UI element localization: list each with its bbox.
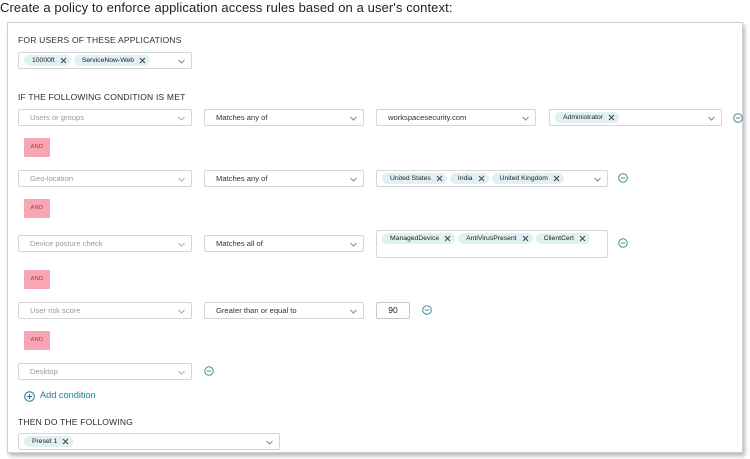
- and-button[interactable]: AND: [24, 199, 50, 218]
- tag: Administrator: [555, 112, 620, 123]
- condition-field-select[interactable]: Desktop: [18, 363, 192, 380]
- chevron-down-icon[interactable]: [593, 175, 602, 184]
- tag: United Kingdom: [491, 173, 564, 184]
- close-icon[interactable]: [62, 438, 69, 445]
- tag: India: [449, 173, 489, 184]
- tag: Preset 1: [24, 436, 74, 447]
- condition-values-select[interactable]: United States India United Kingdom: [376, 170, 608, 187]
- chevron-down-icon[interactable]: [521, 114, 530, 123]
- close-icon[interactable]: [60, 57, 67, 64]
- condition-field-select[interactable]: Geo-location: [18, 170, 192, 187]
- policy-panel: FOR USERS OF THESE APPLICATIONS 10000ft …: [7, 22, 743, 453]
- condition-operator-select[interactable]: Greater than or equal to: [204, 302, 364, 319]
- condition-values-multiselect[interactable]: ManagedDevice AntiVirusPresent ClientCer…: [376, 230, 608, 258]
- condition-field-select[interactable]: Users or groups: [18, 109, 192, 126]
- close-icon[interactable]: [436, 175, 443, 182]
- minus-circle-icon[interactable]: [422, 305, 432, 315]
- close-icon[interactable]: [608, 114, 615, 121]
- apps-section-label: FOR USERS OF THESE APPLICATIONS: [18, 35, 182, 45]
- and-button[interactable]: AND: [24, 270, 50, 289]
- tag: United States: [382, 173, 447, 184]
- minus-circle-icon[interactable]: [733, 113, 743, 123]
- condition-operator-select[interactable]: Matches any of: [204, 109, 364, 126]
- chevron-down-icon[interactable]: [349, 307, 358, 316]
- chevron-down-icon[interactable]: [177, 368, 186, 377]
- chevron-down-icon[interactable]: [177, 240, 186, 249]
- chevron-down-icon[interactable]: [265, 438, 274, 447]
- and-button[interactable]: AND: [24, 331, 50, 350]
- apps-select[interactable]: 10000ft ServiceNow-Web: [18, 52, 192, 69]
- actions-section-label: THEN DO THE FOLLOWING: [18, 417, 134, 427]
- condition-values-select[interactable]: Administrator: [549, 109, 722, 126]
- chevron-down-icon[interactable]: [177, 175, 186, 184]
- tag: 10000ft: [24, 55, 71, 66]
- condition-domain-select[interactable]: workspacesecurity.com: [376, 109, 536, 126]
- and-button[interactable]: AND: [24, 138, 50, 157]
- condition-field-select[interactable]: Device posture check: [18, 235, 192, 252]
- minus-circle-icon[interactable]: [618, 238, 628, 248]
- minus-circle-icon[interactable]: [204, 366, 214, 376]
- chevron-down-icon[interactable]: [177, 307, 186, 316]
- close-icon[interactable]: [139, 57, 146, 64]
- close-icon[interactable]: [478, 175, 485, 182]
- condition-operator-select[interactable]: Matches all of: [204, 235, 364, 252]
- condition-operator-select[interactable]: Matches any of: [204, 170, 364, 187]
- tag: ServiceNow-Web: [73, 55, 151, 66]
- chevron-down-icon[interactable]: [707, 114, 716, 123]
- tag: ManagedDevice: [382, 233, 456, 244]
- plus-circle-icon: [24, 389, 35, 402]
- actions-select[interactable]: Preset 1: [18, 433, 280, 450]
- chevron-down-icon[interactable]: [177, 114, 186, 123]
- close-icon[interactable]: [553, 175, 560, 182]
- conditions-section-label: IF THE FOLLOWING CONDITION IS MET: [18, 92, 186, 102]
- close-icon[interactable]: [444, 235, 451, 242]
- chevron-down-icon[interactable]: [349, 175, 358, 184]
- minus-circle-icon[interactable]: [618, 173, 628, 183]
- tag: ClientCert: [535, 233, 590, 244]
- page-title: Create a policy to enforce application a…: [0, 0, 453, 15]
- chevron-down-icon[interactable]: [349, 240, 358, 249]
- add-condition-button[interactable]: Add condition: [24, 389, 96, 402]
- close-icon[interactable]: [579, 235, 586, 242]
- chevron-down-icon[interactable]: [177, 57, 186, 66]
- chevron-down-icon[interactable]: [349, 114, 358, 123]
- tag: AntiVirusPresent: [458, 233, 533, 244]
- condition-field-select[interactable]: User risk score: [18, 302, 192, 319]
- risk-score-input[interactable]: 90: [376, 302, 410, 319]
- close-icon[interactable]: [522, 235, 529, 242]
